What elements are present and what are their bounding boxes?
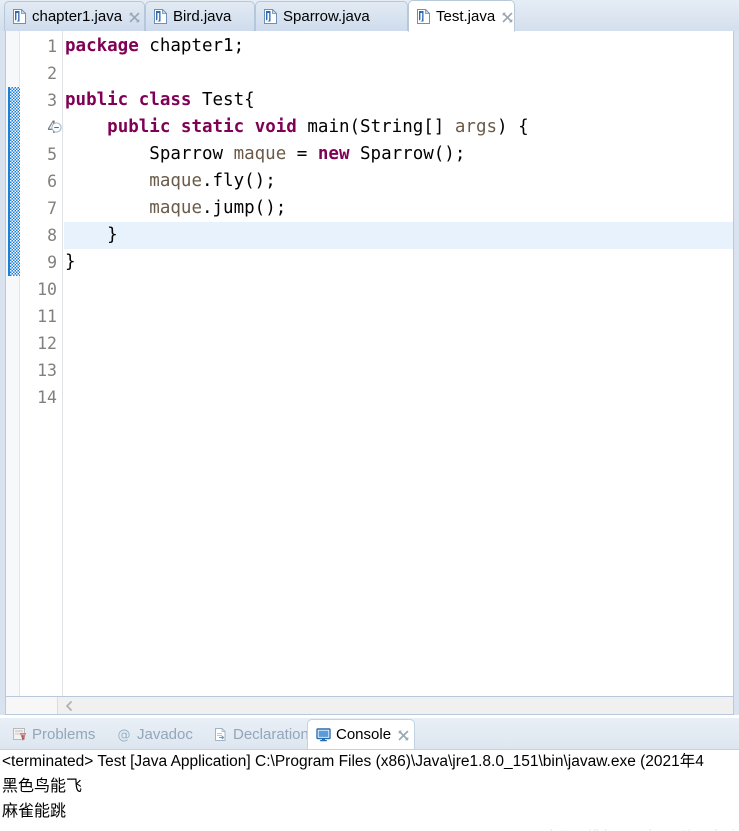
editor-text-area[interactable]: 1234567891011121314 package chapter1;pub…	[5, 31, 734, 697]
java-file-icon: J	[154, 9, 167, 24]
line-number: 13	[37, 361, 57, 380]
line-number: 5	[47, 145, 57, 164]
scrollbar-left-cap	[6, 697, 58, 714]
code-line-7[interactable]: maque.jump();	[64, 195, 733, 222]
code-token: new	[317, 144, 350, 164]
fold-collapse-icon[interactable]	[50, 114, 62, 141]
line-number: 11	[37, 307, 57, 326]
console-line: 麻雀能跳	[2, 801, 67, 820]
code-line-3[interactable]: public class Test{	[64, 87, 733, 114]
view-tab-label: Problems	[32, 726, 96, 743]
code-line-5[interactable]: Sparrow maque = new Sparrow();	[64, 141, 733, 168]
svg-text:J: J	[15, 12, 19, 22]
code-token: }	[65, 225, 118, 245]
code-token: void	[254, 117, 297, 137]
svg-text:@: @	[118, 728, 131, 742]
svg-text:J: J	[266, 12, 270, 22]
view-tab-problems[interactable]: Problems	[4, 720, 109, 749]
view-tab-label: Javadoc	[137, 726, 193, 743]
code-line-2[interactable]	[64, 60, 733, 87]
java-file-icon: J	[13, 9, 26, 24]
javadoc-icon: @	[117, 727, 132, 742]
line-number: 3	[47, 91, 57, 110]
console-line: 黑色鸟能飞	[2, 776, 83, 795]
code-token: }	[65, 252, 76, 272]
code-token: maque	[233, 144, 287, 164]
line-number: 2	[47, 64, 57, 83]
code-token: Sparrow	[65, 144, 234, 164]
editor-area: Jchapter1.java J Bird.java J Sparrow.java J Te…	[0, 0, 739, 715]
code-line-9[interactable]: }	[64, 249, 733, 276]
code-token: .fly();	[201, 171, 276, 191]
editor-tab-chapter1-java[interactable]: Jchapter1.java	[4, 1, 145, 31]
bottom-view-stack: Problems @ Javadoc Declaration Console https…	[0, 718, 739, 831]
line-number: 1	[47, 37, 57, 56]
line-number: 14	[37, 388, 57, 407]
editor-tab-bird-java[interactable]: J Bird.java	[145, 1, 255, 31]
code-line-4[interactable]: public static void main(String[] args) {	[64, 114, 733, 141]
problems-icon	[12, 727, 27, 742]
bottom-tab-bar: Problems @ Javadoc Declaration Console	[0, 718, 739, 749]
console-output[interactable]: https://blog.csdn.net/anchei <terminated…	[0, 749, 739, 831]
code-token: public	[107, 117, 171, 137]
line-number: 9	[47, 253, 57, 272]
code-token: chapter1;	[138, 36, 245, 56]
line-number: 8	[47, 226, 57, 245]
code-token: Test{	[191, 90, 255, 110]
code-token: package	[65, 36, 139, 56]
svg-text:J: J	[156, 12, 160, 22]
close-icon[interactable]	[398, 730, 409, 741]
code-canvas[interactable]: package chapter1; public class Test{ publ…	[64, 31, 733, 696]
line-number: 7	[47, 199, 57, 218]
svg-text:J: J	[419, 12, 423, 22]
view-tab-javadoc[interactable]: @ Javadoc	[109, 720, 205, 749]
code-token: maque	[149, 198, 202, 218]
code-token: class	[138, 90, 192, 110]
declaration-icon	[213, 727, 228, 742]
code-line-1[interactable]: package chapter1;	[64, 33, 733, 60]
editor-tab-test-java[interactable]: J Test.java	[408, 0, 515, 32]
code-token: args	[454, 117, 498, 137]
editor-tab-label: Test.java	[436, 7, 496, 25]
editor-tab-label: Sparrow.java	[283, 8, 370, 25]
code-token: Sparrow();	[349, 144, 466, 164]
code-token: =	[286, 144, 318, 164]
view-tab-label: Declaration	[233, 726, 309, 743]
chevron-left-icon[interactable]	[63, 700, 75, 712]
close-icon[interactable]	[129, 12, 140, 23]
editor-tab-bar: Jchapter1.java J Bird.java J Sparrow.java J Te…	[0, 0, 739, 32]
console-icon	[316, 727, 331, 742]
view-tab-console[interactable]: Console	[307, 719, 415, 749]
code-token: static	[180, 117, 245, 137]
code-line-6[interactable]: maque.fly();	[64, 168, 733, 195]
java-file-icon: J	[264, 9, 277, 24]
editor-tab-label: chapter1.java	[32, 8, 123, 25]
line-number: 6	[47, 172, 57, 191]
editor-horizontal-scrollbar[interactable]	[5, 697, 734, 715]
code-line-8[interactable]: }	[64, 222, 733, 249]
code-token: .jump();	[201, 198, 287, 218]
console-line: <terminated> Test [Java Application] C:\…	[2, 753, 704, 770]
line-number: 12	[37, 334, 57, 353]
editor-tab-label: Bird.java	[173, 8, 232, 25]
line-number: 10	[37, 280, 57, 299]
java-file-icon: J	[417, 8, 430, 24]
code-token: public	[65, 90, 129, 110]
watermark-text: https://blog.csdn.net/anchei	[550, 827, 735, 831]
code-token: maque	[149, 171, 202, 191]
code-token: main(String[]	[296, 117, 455, 137]
editor-tab-sparrow-java[interactable]: J Sparrow.java	[255, 1, 408, 31]
view-tab-label: Console	[336, 726, 392, 743]
code-token: ) {	[497, 117, 529, 137]
close-icon[interactable]	[502, 11, 513, 23]
